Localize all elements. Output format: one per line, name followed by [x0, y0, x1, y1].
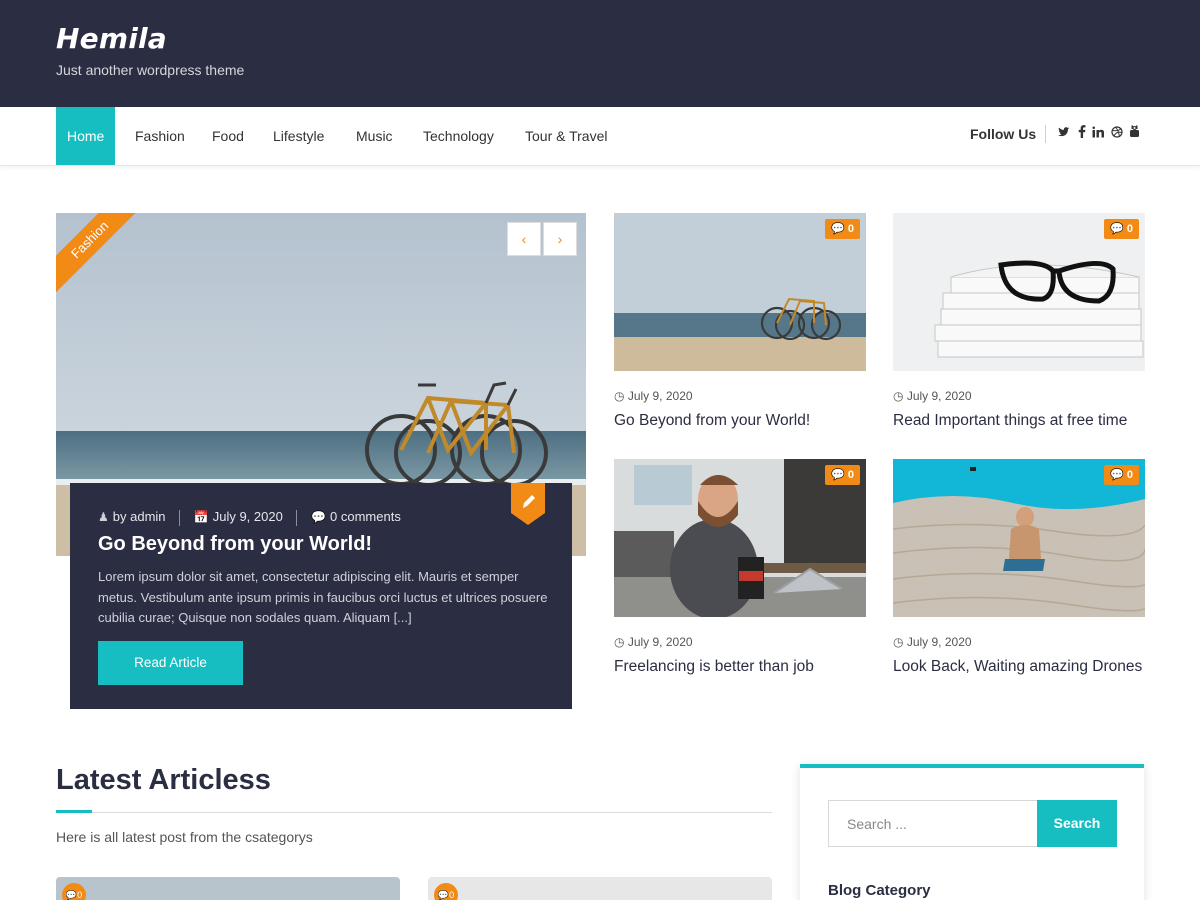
post-title[interactable]: Freelancing is better than job	[614, 658, 814, 676]
comment-count: 0	[77, 890, 83, 900]
comment-count: 0	[449, 890, 455, 900]
comments-icon: 💬	[311, 510, 327, 524]
post-thumbnail[interactable]: 💬 0	[893, 459, 1145, 617]
section-divider-accent	[56, 810, 92, 813]
calendar-icon: 📅	[193, 510, 209, 524]
clock-icon: ◷	[614, 389, 625, 403]
author-name: by admin	[112, 509, 166, 524]
clock-icon: ◷	[893, 389, 904, 403]
post-date: ◷ July 9, 2020	[614, 635, 693, 649]
comment-count: 0	[847, 223, 854, 235]
search-button[interactable]: Search	[1037, 800, 1117, 847]
user-icon: ♟	[98, 510, 109, 524]
site-title[interactable]: Hemila	[56, 22, 167, 55]
search-input[interactable]	[828, 800, 1038, 847]
twitter-icon[interactable]	[1058, 125, 1070, 143]
clock-icon: ◷	[614, 635, 625, 649]
post-thumbnail[interactable]: 💬 0	[614, 459, 866, 617]
comments-icon: 💬	[831, 223, 845, 235]
linkedin-icon[interactable]	[1092, 125, 1104, 143]
youtube-icon[interactable]	[1129, 125, 1140, 143]
nav-item-technology[interactable]: Technology	[423, 107, 494, 165]
slider-next-button[interactable]: ›	[543, 222, 577, 256]
comment-count-badge[interactable]: 💬 0	[1104, 465, 1139, 485]
nav-item-food[interactable]: Food	[212, 107, 244, 165]
hero-post-title[interactable]: Go Beyond from your World!	[98, 533, 372, 556]
comments-icon: 💬	[437, 890, 450, 900]
comment-count-badge[interactable]: 💬 0	[1104, 219, 1139, 239]
meta-divider	[179, 509, 181, 526]
post-meta: ♟ by admin 📅 July 9, 2020 💬 0 comments	[98, 509, 401, 526]
post-date: ◷ July 9, 2020	[614, 389, 693, 403]
facebook-icon[interactable]	[1078, 125, 1086, 143]
comment-count-badge[interactable]: 💬 0	[825, 219, 860, 239]
post-date-text: July 9, 2020	[906, 635, 972, 649]
date-meta[interactable]: 📅 July 9, 2020	[194, 509, 283, 524]
comments-icon: 💬	[831, 469, 845, 481]
comments-icon: 💬	[65, 890, 78, 900]
site-header: Hemila Just another wordpress theme	[0, 0, 1200, 107]
comment-count-badge[interactable]: 💬 0	[825, 465, 860, 485]
post-date: July 9, 2020	[212, 509, 283, 524]
post-date-text: July 9, 2020	[627, 635, 693, 649]
comments-icon: 💬	[1110, 223, 1124, 235]
comment-count-badge[interactable]: 💬0	[62, 883, 86, 900]
post-date: ◷ July 9, 2020	[893, 635, 972, 649]
post-card: 💬 0 ◷ July 9, 2020 Look Back, Waiting am…	[893, 459, 1145, 675]
comment-count: 0	[1126, 469, 1133, 481]
post-card: 💬 0 ◷ July 9, 2020 Freelancing is better…	[614, 459, 866, 675]
nav-item-fashion[interactable]: Fashion	[135, 107, 185, 165]
dribbble-icon[interactable]	[1111, 125, 1123, 143]
section-title: Latest Articless	[56, 764, 271, 796]
post-date: ◷ July 9, 2020	[893, 389, 972, 403]
nav-item-music[interactable]: Music	[356, 107, 393, 165]
post-title[interactable]: Look Back, Waiting amazing Drones	[893, 658, 1142, 676]
comment-count: 0	[847, 469, 854, 481]
section-subtitle: Here is all latest post from the csatego…	[56, 829, 313, 845]
follow-us-label: Follow Us	[970, 126, 1037, 142]
site-tagline: Just another wordpress theme	[56, 62, 245, 78]
nav-item-lifestyle[interactable]: Lifestyle	[273, 107, 324, 165]
comment-count-badge[interactable]: 💬0	[434, 883, 458, 900]
follow-divider	[1045, 125, 1046, 143]
nav-item-home[interactable]: Home	[56, 107, 116, 165]
post-date-text: July 9, 2020	[906, 389, 972, 403]
hero-post-excerpt: Lorem ipsum dolor sit amet, consectetur …	[98, 569, 548, 625]
latest-post-thumbnail[interactable]: 💬0	[56, 877, 400, 900]
post-title[interactable]: Go Beyond from your World!	[614, 412, 810, 430]
hero-caption-card: ♟ by admin 📅 July 9, 2020 💬 0 comments Go B…	[70, 483, 572, 709]
section-divider	[56, 812, 772, 813]
meta-divider	[296, 509, 298, 526]
nav-item-tour-travel[interactable]: Tour & Travel	[525, 107, 607, 165]
comment-count: 0 comments	[330, 509, 401, 524]
post-thumbnail[interactable]: 💬 0	[614, 213, 866, 371]
slider-prev-button[interactable]: ‹	[507, 222, 541, 256]
comment-count: 0	[1126, 223, 1133, 235]
post-thumbnail[interactable]: 💬 0	[893, 213, 1145, 371]
widget-title: Blog Category	[828, 882, 931, 899]
clock-icon: ◷	[893, 635, 904, 649]
read-article-button[interactable]: Read Article	[98, 641, 243, 685]
main-nav: Home Fashion Food Lifestyle Music Techno…	[0, 107, 1200, 166]
post-title[interactable]: Read Important things at free time	[893, 412, 1127, 430]
post-card: 💬 0 ◷ July 9, 2020 Read Important things…	[893, 213, 1145, 429]
pencil-icon	[511, 483, 545, 525]
post-card: 💬 0 ◷ July 9, 2020 Go Beyond from your W…	[614, 213, 866, 429]
latest-post-thumbnail[interactable]: 💬0	[428, 877, 772, 900]
comments-meta[interactable]: 💬 0 comments	[311, 509, 401, 524]
author-meta[interactable]: ♟ by admin	[98, 509, 166, 524]
sidebar-widget: Search Blog Category	[800, 764, 1144, 900]
comments-icon: 💬	[1110, 469, 1124, 481]
post-date-text: July 9, 2020	[627, 389, 693, 403]
